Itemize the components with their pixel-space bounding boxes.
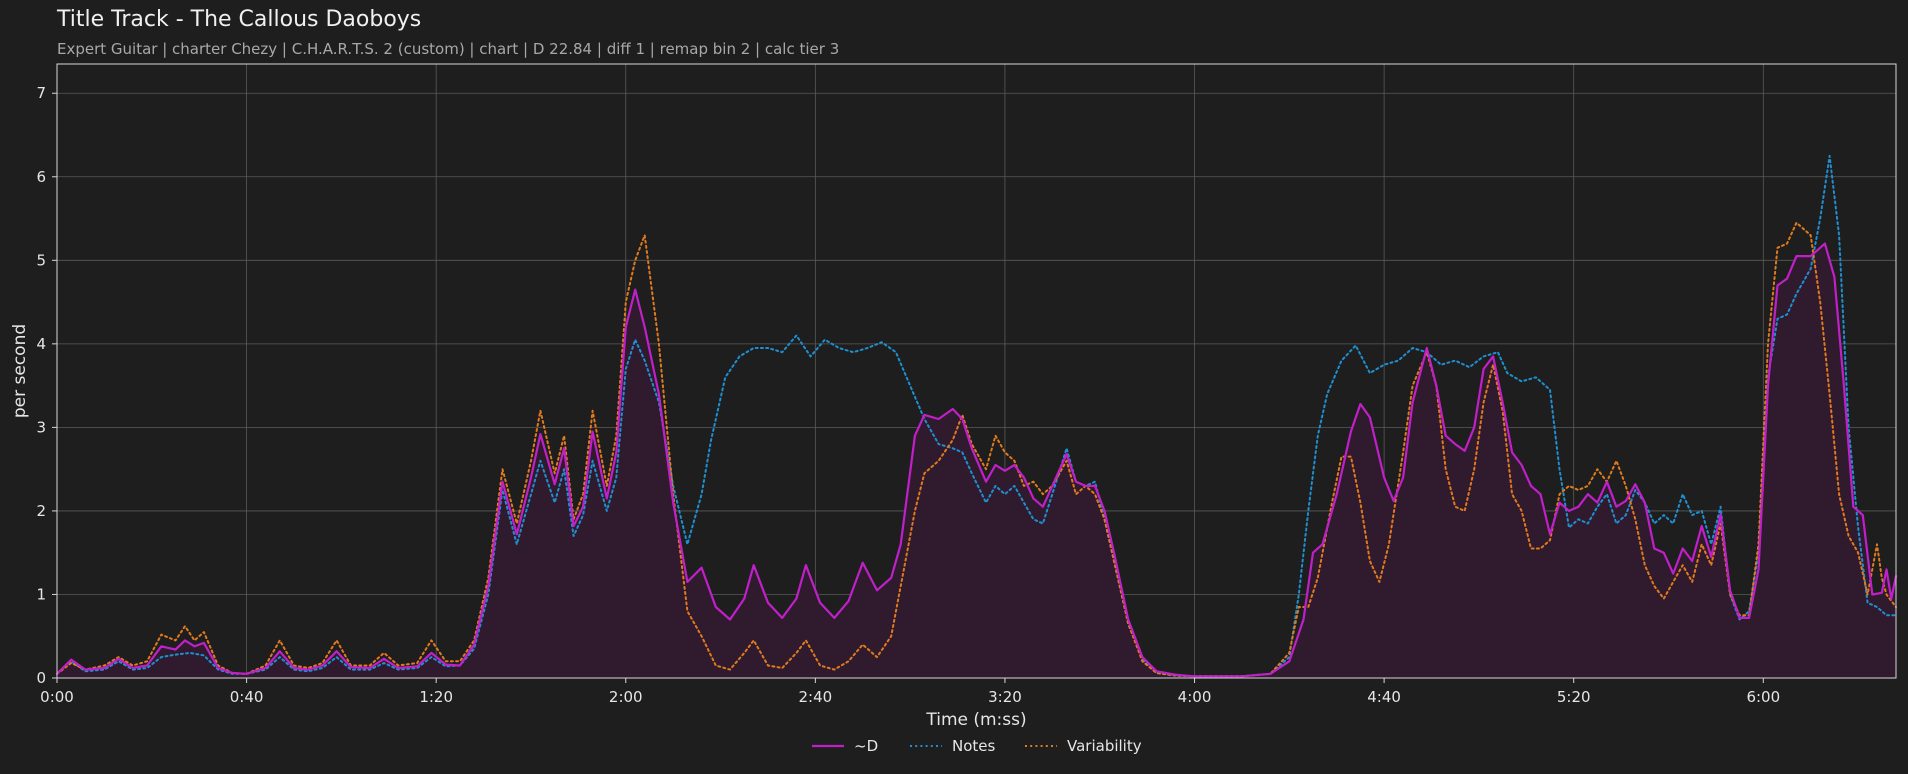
legend-item-d: ~D xyxy=(812,737,878,755)
legend-item-notes: Notes xyxy=(910,737,996,755)
x-axis-label: Time (m:ss) xyxy=(925,710,1026,730)
y-tick-label: 6 xyxy=(36,168,46,186)
x-tick-label: 2:00 xyxy=(609,688,643,706)
x-tick-label: 4:40 xyxy=(1367,688,1401,706)
x-tick-label: 5:20 xyxy=(1557,688,1591,706)
y-tick-label: 2 xyxy=(36,502,46,520)
y-tick-label: 0 xyxy=(36,669,46,687)
x-tick-label: 2:40 xyxy=(799,688,833,706)
y-axis-ticks: 0 1 2 3 4 5 6 7 xyxy=(36,84,57,687)
x-tick-label: 6:00 xyxy=(1746,688,1780,706)
x-tick-label: 0:40 xyxy=(230,688,264,706)
y-tick-label: 1 xyxy=(36,585,46,603)
chart-canvas: 0:00 0:40 1:20 2:00 2:40 3:20 4:00 4:40 5:20 6:00… xyxy=(10,63,1898,755)
legend-label: ~D xyxy=(854,737,878,755)
x-tick-label: 0:00 xyxy=(40,688,74,706)
x-tick-label: 3:20 xyxy=(988,688,1022,706)
y-axis-label: per second xyxy=(10,324,30,418)
y-tick-label: 3 xyxy=(36,418,46,436)
y-tick-label: 5 xyxy=(36,251,46,269)
legend-label: Variability xyxy=(1067,737,1142,755)
legend-label: Notes xyxy=(952,737,996,755)
legend-item-variability: Variability xyxy=(1025,737,1142,755)
x-axis-ticks: 0:00 0:40 1:20 2:00 2:40 3:20 4:00 4:40 5:20 6:00 xyxy=(40,678,1780,706)
y-tick-label: 7 xyxy=(36,84,46,102)
x-tick-label: 4:00 xyxy=(1178,688,1212,706)
x-tick-label: 1:20 xyxy=(419,688,453,706)
legend: ~D Notes Variability xyxy=(812,737,1142,755)
y-tick-label: 4 xyxy=(36,335,46,353)
